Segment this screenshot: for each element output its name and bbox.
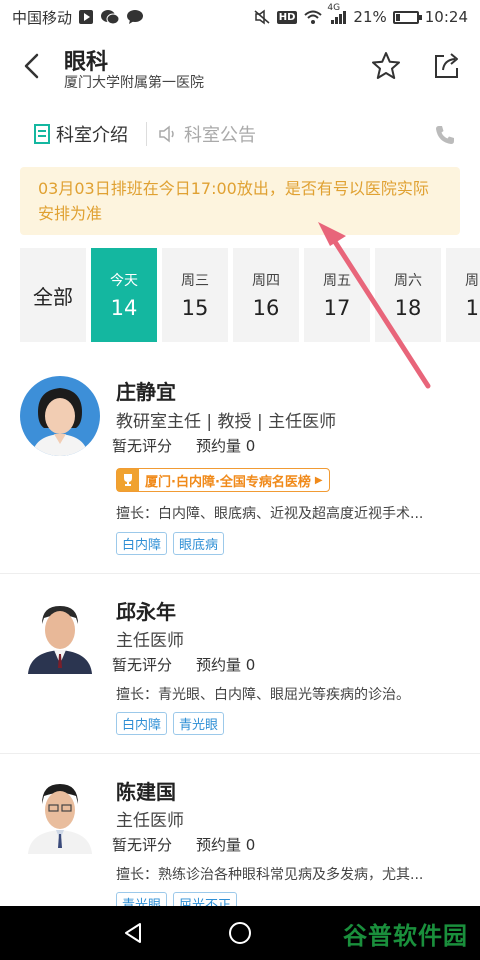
- date-cell[interactable]: 周四 16: [233, 248, 299, 342]
- date-number: 18: [394, 296, 422, 320]
- status-right: HD 4G 21% 10:24: [253, 3, 468, 26]
- doctor-specialty: 擅长：熟练诊治各种眼科常见病及多发病，尤其...: [116, 867, 424, 883]
- wechat-icon: [100, 9, 120, 25]
- nav-home-icon: [229, 922, 251, 944]
- wifi-icon: [303, 9, 323, 25]
- phone-icon: [436, 126, 454, 144]
- date-weekday: 今天: [110, 273, 138, 289]
- doctor-rating: 暂无评分: [112, 437, 173, 455]
- doctor-meta: 暂无评分 预约量 0: [112, 654, 255, 675]
- doctor-specialty: 擅长：青光眼、白内障、眼屈光等疾病的诊治。: [116, 687, 410, 703]
- carrier-label: 中国移动: [12, 8, 73, 27]
- play-app-icon: [78, 9, 94, 25]
- message-icon: [126, 9, 144, 25]
- date-number: 19: [465, 296, 480, 320]
- schedule-notice: 03月03日排班在今日17:00放出，是否有号以医院实际安排为准: [20, 167, 460, 235]
- network-label: 4G: [327, 3, 341, 13]
- date-weekday: 周五: [323, 273, 351, 289]
- document-icon: [34, 124, 50, 144]
- date-number: 17: [323, 296, 351, 320]
- doctor-appointments: 预约量 0: [196, 656, 256, 674]
- back-icon: [24, 53, 39, 79]
- share-button[interactable]: [426, 46, 466, 86]
- hd-icon: HD: [276, 10, 298, 24]
- date-number: 15: [181, 296, 209, 320]
- doctor-appointments: 预约量 0: [196, 437, 256, 455]
- doctor-avatar: [20, 594, 100, 674]
- doctor-name: 庄静宜: [116, 380, 176, 404]
- disease-tag[interactable]: 眼底病: [173, 532, 225, 555]
- department-tabs: 科室介绍 科室公告: [0, 112, 480, 156]
- date-all-button[interactable]: 全部: [20, 248, 86, 342]
- disease-tag[interactable]: 白内障: [116, 712, 168, 735]
- trophy-icon: [117, 469, 139, 491]
- tab-department-intro[interactable]: 科室介绍: [34, 112, 128, 156]
- rank-label: 厦门·白内障·全国专病名医榜: [145, 474, 311, 490]
- doctor-specialty: 擅长：白内障、眼底病、近视及超高度近视手术...: [116, 506, 424, 522]
- nav-back-icon: [125, 923, 141, 943]
- share-icon: [435, 53, 458, 78]
- doctor-card[interactable]: 庄静宜 教研室主任 | 教授 | 主任医师 暂无评分 预约量 0 厦门·白内障·…: [0, 362, 480, 574]
- date-weekday: 周六: [394, 273, 422, 289]
- system-nav-bar: 谷普软件园: [0, 906, 480, 960]
- disease-tag[interactable]: 青光眼: [173, 712, 225, 735]
- status-bar: 中国移动 HD 4G 21% 10:24: [0, 0, 480, 34]
- doctor-tags: 白内障 青光眼: [116, 712, 225, 735]
- clock: 10:24: [424, 8, 468, 26]
- date-cell[interactable]: 周三 15: [162, 248, 228, 342]
- doctor-card[interactable]: 陈建国 主任医师 暂无评分 预约量 0 擅长：熟练诊治各种眼科常见病及多发病，尤…: [0, 754, 480, 915]
- doctor-rating: 暂无评分: [112, 836, 173, 854]
- doctor-name: 陈建国: [116, 780, 176, 804]
- date-cell[interactable]: 周日 19: [446, 248, 480, 342]
- date-selector: 全部 今天 14 周三 15 周四 16 周五 17 周六 18 周日 19: [20, 248, 480, 342]
- hospital-name: 厦门大学附属第一医院: [64, 75, 204, 91]
- call-button[interactable]: [430, 120, 460, 150]
- doctor-card[interactable]: 邱永年 主任医师 暂无评分 预约量 0 擅长：青光眼、白内障、眼屈光等疾病的诊治…: [0, 574, 480, 754]
- doctor-title: 主任医师: [116, 631, 184, 651]
- doctor-title: 教研室主任 | 教授 | 主任医师: [116, 412, 337, 432]
- doctor-meta: 暂无评分 预约量 0: [112, 834, 255, 855]
- doctor-avatar: [20, 376, 100, 456]
- watermark-logo: 谷普软件园: [343, 922, 468, 950]
- doctor-rating: 暂无评分: [112, 656, 173, 674]
- header: 眼科 厦门大学附属第一医院: [0, 34, 480, 100]
- doctor-rank-badge[interactable]: 厦门·白内障·全国专病名医榜 ▶: [116, 468, 330, 492]
- date-weekday: 周三: [181, 273, 209, 289]
- status-left: 中国移动: [12, 7, 144, 28]
- doctor-name: 邱永年: [116, 600, 176, 624]
- caret-right-icon: ▶: [314, 474, 323, 486]
- doctor-appointments: 预约量 0: [196, 836, 256, 854]
- tab-intro-label: 科室介绍: [56, 125, 128, 146]
- doctor-tags: 白内障 眼底病: [116, 532, 225, 555]
- back-button[interactable]: [14, 48, 50, 84]
- star-icon: [372, 52, 400, 79]
- favorite-button[interactable]: [366, 46, 406, 86]
- speaker-icon: [159, 125, 174, 143]
- date-weekday: 周日: [465, 273, 480, 289]
- battery-percent: 21%: [353, 8, 387, 26]
- date-number: 16: [252, 296, 280, 320]
- date-cell[interactable]: 周五 17: [304, 248, 370, 342]
- nav-home-button[interactable]: [225, 918, 255, 948]
- date-weekday: 周四: [252, 273, 280, 289]
- date-cell[interactable]: 周六 18: [375, 248, 441, 342]
- date-number: 14: [110, 296, 138, 320]
- doctor-meta: 暂无评分 预约量 0: [112, 435, 255, 456]
- doctor-title: 主任医师: [116, 811, 184, 831]
- doctor-avatar: [20, 774, 100, 854]
- tab-notice-label: 科室公告: [184, 125, 256, 146]
- tab-divider: [146, 122, 147, 146]
- battery-icon: [392, 10, 422, 24]
- nav-back-button[interactable]: [118, 918, 148, 948]
- disease-tag[interactable]: 白内障: [116, 532, 168, 555]
- date-cell[interactable]: 今天 14: [91, 248, 157, 342]
- tab-department-notice[interactable]: 科室公告: [158, 112, 256, 156]
- mute-icon: [253, 9, 271, 25]
- signal-icon: 4G: [327, 3, 347, 25]
